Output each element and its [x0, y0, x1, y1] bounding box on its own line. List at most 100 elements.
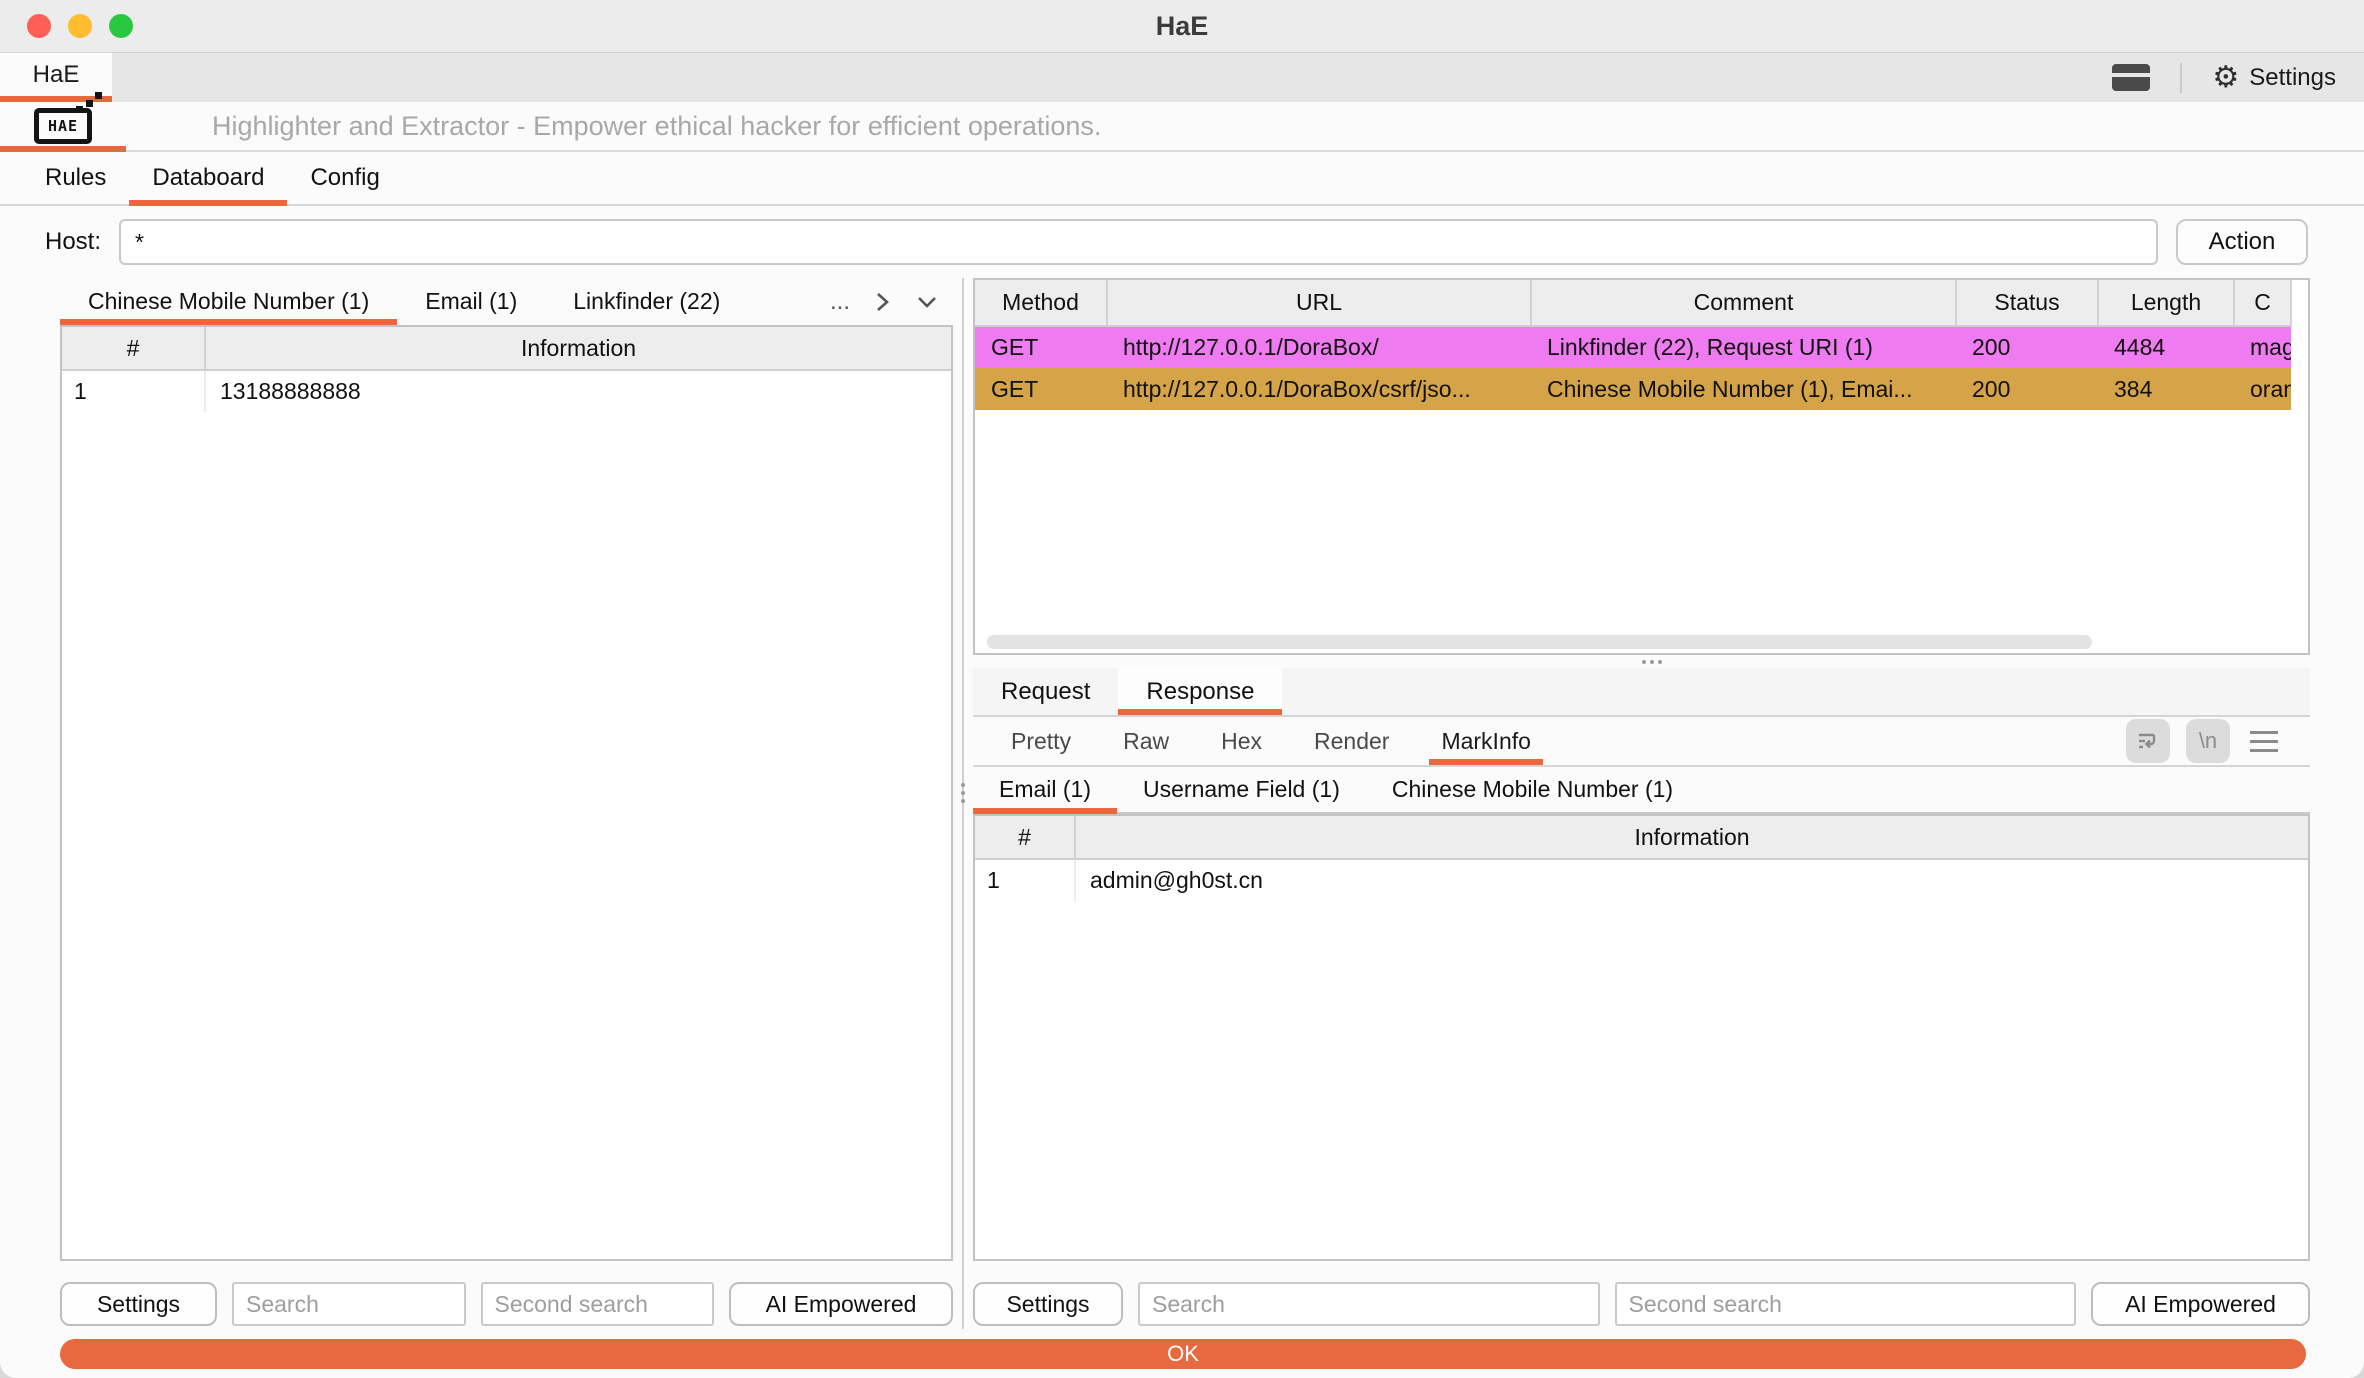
viewer-tab[interactable]: Request	[973, 668, 1118, 715]
viewer-mode-tab[interactable]: Render	[1288, 717, 1415, 765]
left-info-table: # Information 1 13188888888	[62, 327, 951, 412]
host-bar: Host: Action	[0, 206, 2364, 278]
requests-column-header[interactable]: Comment	[1531, 280, 1956, 326]
minimize-icon[interactable]	[68, 14, 92, 38]
tab-hae[interactable]: HaE	[0, 53, 112, 102]
table-row[interactable]: 1 13188888888	[62, 370, 951, 412]
markinfo-tab[interactable]: Chinese Mobile Number (1)	[1366, 767, 1699, 812]
viewer-tab[interactable]: Response	[1118, 668, 1282, 715]
viewer-mode-tab[interactable]: Raw	[1097, 717, 1195, 765]
requests-column-header[interactable]: URL	[1107, 280, 1531, 326]
tab-strip-controls: ⚙ Settings	[2112, 53, 2364, 102]
cell-url: http://127.0.0.1/DoraBox/csrf/jso...	[1107, 368, 1531, 410]
extract-type-tab[interactable]: Email (1)	[397, 278, 545, 325]
tab-overflow-controls: ...	[830, 278, 953, 325]
requests-column-header[interactable]: Method	[975, 280, 1107, 326]
window-title: HaE	[0, 0, 2364, 53]
settings-button[interactable]: Settings	[60, 1282, 217, 1326]
viewer-mode-icons: \n	[2126, 719, 2298, 763]
request-row[interactable]: GET http://127.0.0.1/DoraBox/ Linkfinder…	[975, 326, 2291, 368]
settings-label: Settings	[2249, 64, 2336, 92]
markinfo-tab[interactable]: Email (1)	[973, 767, 1117, 812]
dock-layout-icon[interactable]	[2112, 64, 2150, 91]
close-icon[interactable]	[27, 14, 51, 38]
tab-ellipsis[interactable]: ...	[830, 288, 850, 316]
databoard-right-panel: MethodURLCommentStatusLengthC GET http:/…	[973, 278, 2310, 1329]
search-input[interactable]	[232, 1282, 466, 1326]
extract-type-tab[interactable]: Linkfinder (22)	[545, 278, 748, 325]
section-tab[interactable]: Config	[287, 152, 402, 204]
slogan-text: Highlighter and Extractor - Empower ethi…	[212, 111, 1101, 142]
hae-logo-icon: HAE	[34, 108, 92, 144]
cell-method: GET	[975, 326, 1107, 368]
ai-empowered-button[interactable]: AI Empowered	[2091, 1282, 2310, 1326]
viewer-mode-tab[interactable]: MarkInfo	[1415, 717, 1556, 765]
column-header-index[interactable]: #	[975, 816, 1075, 859]
settings-button[interactable]: ⚙ Settings	[2212, 63, 2336, 93]
markinfo-table-panel: # Information 1 admin@gh0st.cn	[973, 814, 2310, 1261]
vertical-splitter[interactable]	[953, 278, 973, 1329]
column-header-information[interactable]: Information	[205, 327, 951, 370]
viewer-mode-row: Pretty Raw Hex Render MarkInfo \n	[973, 717, 2310, 767]
zoom-icon[interactable]	[109, 14, 133, 38]
requests-column-header[interactable]: Length	[2098, 280, 2234, 326]
message-viewer-tabs: Request Response	[973, 668, 2310, 717]
tab-hae-label: HaE	[33, 61, 80, 89]
section-tab[interactable]: Databoard	[129, 152, 287, 204]
viewer-mode-tab[interactable]: Pretty	[985, 717, 1097, 765]
horizontal-splitter[interactable]	[973, 655, 2310, 668]
chevron-down-icon[interactable]	[915, 293, 939, 310]
scrollbar-thumb[interactable]	[987, 635, 2092, 649]
column-header-information[interactable]: Information	[1075, 816, 2308, 859]
splitter-handle-icon	[1642, 660, 1646, 664]
cell-length: 4484	[2098, 326, 2234, 368]
extension-tab-strip: HaE ⚙ Settings	[0, 53, 2364, 102]
gear-icon: ⚙	[2212, 63, 2239, 93]
section-tab[interactable]: Rules	[22, 152, 129, 204]
ok-status-bar[interactable]: OK	[60, 1339, 2306, 1369]
section-tabs: Rules Databoard Config	[0, 152, 2364, 206]
action-button[interactable]: Action	[2176, 219, 2308, 265]
hae-window: HaE HaE ⚙ Settings HAE Highlighter and E…	[0, 0, 2364, 1378]
host-label: Host:	[45, 228, 101, 256]
table-row[interactable]: 1 admin@gh0st.cn	[975, 859, 2308, 901]
banner: HAE Highlighter and Extractor - Empower …	[0, 102, 2364, 152]
markinfo-table: # Information 1 admin@gh0st.cn	[975, 816, 2308, 901]
search-input[interactable]	[1138, 1282, 1600, 1326]
requests-column-header[interactable]: C	[2234, 280, 2291, 326]
splitter-handle-icon	[961, 783, 965, 787]
cell-length: 384	[2098, 368, 2234, 410]
databoard-left-panel: Chinese Mobile Number (1) Email (1) Link…	[60, 278, 953, 1329]
host-input[interactable]	[119, 219, 2158, 265]
extract-type-tab[interactable]: Chinese Mobile Number (1)	[60, 278, 397, 325]
chevron-right-icon[interactable]	[874, 290, 891, 314]
hae-logo-tab[interactable]: HAE	[0, 102, 126, 150]
markinfo-tab[interactable]: Username Field (1)	[1117, 767, 1366, 812]
settings-button[interactable]: Settings	[973, 1282, 1123, 1326]
second-search-input[interactable]	[481, 1282, 715, 1326]
viewer-mode-tab[interactable]: Hex	[1195, 717, 1288, 765]
main-content: Chinese Mobile Number (1) Email (1) Link…	[0, 278, 2364, 1329]
ok-label: OK	[1167, 1341, 1199, 1367]
second-search-input[interactable]	[1615, 1282, 2077, 1326]
ai-empowered-button[interactable]: AI Empowered	[729, 1282, 953, 1326]
requests-table-panel: MethodURLCommentStatusLengthC GET http:/…	[973, 278, 2310, 655]
markinfo-tabs: Email (1) Username Field (1) Chinese Mob…	[973, 767, 2310, 814]
traffic-lights	[27, 0, 133, 52]
column-header-index[interactable]: #	[62, 327, 205, 370]
cell-comment: Chinese Mobile Number (1), Emai...	[1531, 368, 1956, 410]
cell-status: 200	[1956, 326, 2098, 368]
newline-icon[interactable]: \n	[2186, 719, 2230, 763]
horizontal-scrollbar[interactable]	[975, 631, 2308, 653]
menu-icon[interactable]	[2246, 731, 2282, 752]
right-panel-footer: Settings AI Empowered	[973, 1261, 2310, 1329]
request-row[interactable]: GET http://127.0.0.1/DoraBox/csrf/jso...…	[975, 368, 2291, 410]
soft-wrap-icon[interactable]	[2126, 719, 2170, 763]
cell-color: mag	[2234, 326, 2291, 368]
extract-type-tabs: Chinese Mobile Number (1) Email (1) Link…	[60, 278, 953, 325]
requests-column-header[interactable]: Status	[1956, 280, 2098, 326]
macos-titlebar: HaE	[0, 0, 2364, 53]
requests-table-clip: MethodURLCommentStatusLengthC GET http:/…	[975, 280, 2308, 410]
requests-table: MethodURLCommentStatusLengthC GET http:/…	[975, 280, 2292, 410]
cell-color: oran	[2234, 368, 2291, 410]
